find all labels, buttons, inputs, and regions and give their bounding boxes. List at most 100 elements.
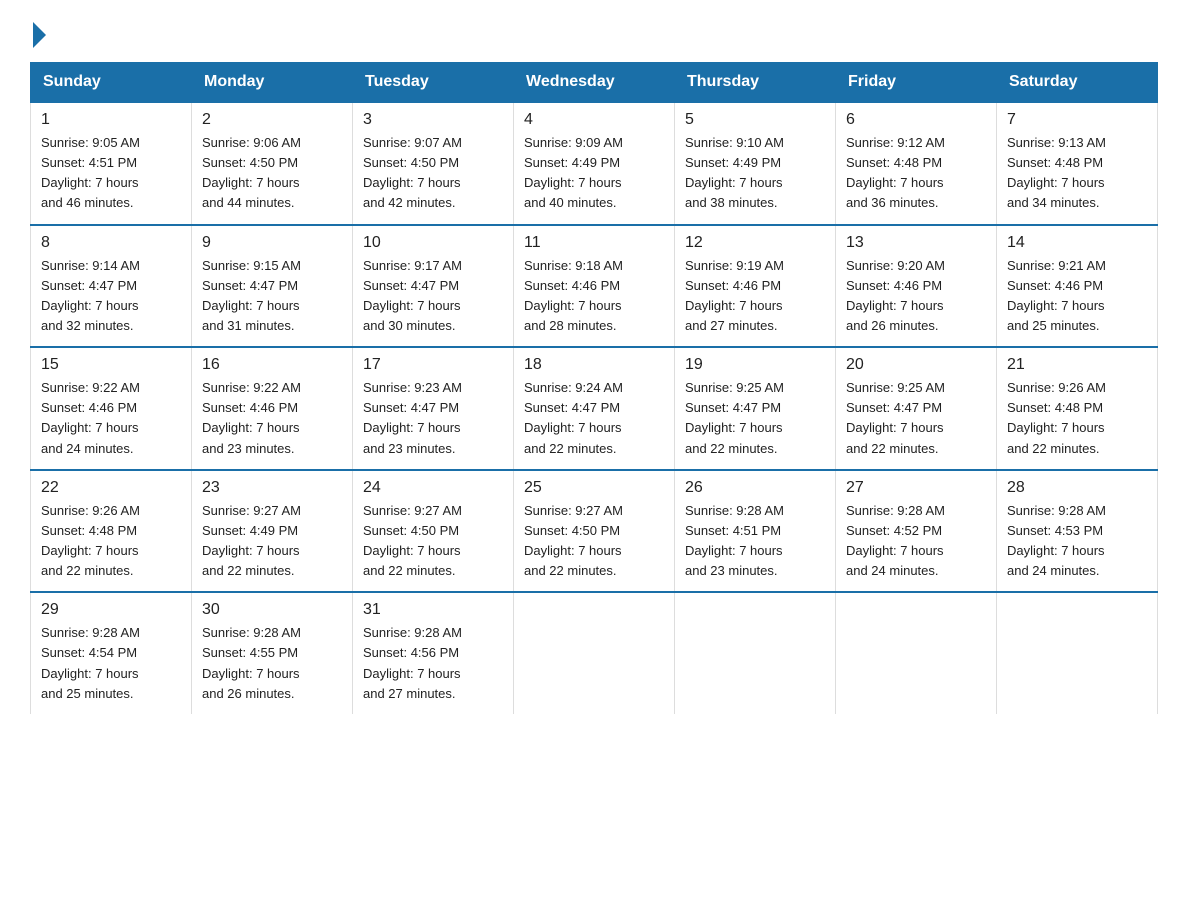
calendar-cell: 20 Sunrise: 9:25 AM Sunset: 4:47 PM Dayl… (836, 347, 997, 470)
calendar-cell (836, 592, 997, 714)
day-info: Sunrise: 9:27 AM Sunset: 4:50 PM Dayligh… (524, 501, 664, 582)
day-info: Sunrise: 9:28 AM Sunset: 4:51 PM Dayligh… (685, 501, 825, 582)
calendar-week-5: 29 Sunrise: 9:28 AM Sunset: 4:54 PM Dayl… (31, 592, 1158, 714)
calendar-week-4: 22 Sunrise: 9:26 AM Sunset: 4:48 PM Dayl… (31, 470, 1158, 593)
calendar-cell: 23 Sunrise: 9:27 AM Sunset: 4:49 PM Dayl… (192, 470, 353, 593)
calendar-cell: 22 Sunrise: 9:26 AM Sunset: 4:48 PM Dayl… (31, 470, 192, 593)
day-number: 26 (685, 479, 825, 497)
calendar-cell: 11 Sunrise: 9:18 AM Sunset: 4:46 PM Dayl… (514, 225, 675, 348)
calendar-cell: 5 Sunrise: 9:10 AM Sunset: 4:49 PM Dayli… (675, 102, 836, 225)
calendar-cell (675, 592, 836, 714)
day-number: 30 (202, 601, 342, 619)
day-number: 9 (202, 234, 342, 252)
day-number: 16 (202, 356, 342, 374)
calendar-cell: 2 Sunrise: 9:06 AM Sunset: 4:50 PM Dayli… (192, 102, 353, 225)
day-info: Sunrise: 9:12 AM Sunset: 4:48 PM Dayligh… (846, 133, 986, 214)
day-info: Sunrise: 9:06 AM Sunset: 4:50 PM Dayligh… (202, 133, 342, 214)
day-number: 22 (41, 479, 181, 497)
day-info: Sunrise: 9:20 AM Sunset: 4:46 PM Dayligh… (846, 256, 986, 337)
calendar-cell: 3 Sunrise: 9:07 AM Sunset: 4:50 PM Dayli… (353, 102, 514, 225)
day-number: 24 (363, 479, 503, 497)
day-number: 18 (524, 356, 664, 374)
logo (30, 20, 46, 44)
day-info: Sunrise: 9:21 AM Sunset: 4:46 PM Dayligh… (1007, 256, 1147, 337)
page-header (30, 20, 1158, 44)
logo-arrow-icon (33, 22, 46, 48)
day-info: Sunrise: 9:22 AM Sunset: 4:46 PM Dayligh… (41, 378, 181, 459)
day-info: Sunrise: 9:17 AM Sunset: 4:47 PM Dayligh… (363, 256, 503, 337)
calendar-cell: 27 Sunrise: 9:28 AM Sunset: 4:52 PM Dayl… (836, 470, 997, 593)
day-info: Sunrise: 9:24 AM Sunset: 4:47 PM Dayligh… (524, 378, 664, 459)
calendar-cell: 13 Sunrise: 9:20 AM Sunset: 4:46 PM Dayl… (836, 225, 997, 348)
day-number: 31 (363, 601, 503, 619)
day-info: Sunrise: 9:25 AM Sunset: 4:47 PM Dayligh… (846, 378, 986, 459)
calendar-table: SundayMondayTuesdayWednesdayThursdayFrid… (30, 62, 1158, 714)
column-header-thursday: Thursday (675, 63, 836, 103)
day-number: 21 (1007, 356, 1147, 374)
calendar-header-row: SundayMondayTuesdayWednesdayThursdayFrid… (31, 63, 1158, 103)
day-info: Sunrise: 9:28 AM Sunset: 4:52 PM Dayligh… (846, 501, 986, 582)
day-number: 15 (41, 356, 181, 374)
day-info: Sunrise: 9:22 AM Sunset: 4:46 PM Dayligh… (202, 378, 342, 459)
column-header-friday: Friday (836, 63, 997, 103)
day-number: 6 (846, 111, 986, 129)
day-info: Sunrise: 9:19 AM Sunset: 4:46 PM Dayligh… (685, 256, 825, 337)
day-info: Sunrise: 9:10 AM Sunset: 4:49 PM Dayligh… (685, 133, 825, 214)
day-number: 2 (202, 111, 342, 129)
calendar-cell: 21 Sunrise: 9:26 AM Sunset: 4:48 PM Dayl… (997, 347, 1158, 470)
day-number: 11 (524, 234, 664, 252)
calendar-cell: 9 Sunrise: 9:15 AM Sunset: 4:47 PM Dayli… (192, 225, 353, 348)
calendar-week-1: 1 Sunrise: 9:05 AM Sunset: 4:51 PM Dayli… (31, 102, 1158, 225)
calendar-cell: 18 Sunrise: 9:24 AM Sunset: 4:47 PM Dayl… (514, 347, 675, 470)
day-number: 7 (1007, 111, 1147, 129)
column-header-tuesday: Tuesday (353, 63, 514, 103)
day-number: 17 (363, 356, 503, 374)
day-number: 10 (363, 234, 503, 252)
calendar-cell: 28 Sunrise: 9:28 AM Sunset: 4:53 PM Dayl… (997, 470, 1158, 593)
day-info: Sunrise: 9:23 AM Sunset: 4:47 PM Dayligh… (363, 378, 503, 459)
day-number: 3 (363, 111, 503, 129)
day-info: Sunrise: 9:18 AM Sunset: 4:46 PM Dayligh… (524, 256, 664, 337)
day-number: 20 (846, 356, 986, 374)
day-info: Sunrise: 9:26 AM Sunset: 4:48 PM Dayligh… (41, 501, 181, 582)
day-info: Sunrise: 9:13 AM Sunset: 4:48 PM Dayligh… (1007, 133, 1147, 214)
column-header-wednesday: Wednesday (514, 63, 675, 103)
day-number: 29 (41, 601, 181, 619)
day-number: 25 (524, 479, 664, 497)
day-info: Sunrise: 9:28 AM Sunset: 4:53 PM Dayligh… (1007, 501, 1147, 582)
day-info: Sunrise: 9:07 AM Sunset: 4:50 PM Dayligh… (363, 133, 503, 214)
day-info: Sunrise: 9:15 AM Sunset: 4:47 PM Dayligh… (202, 256, 342, 337)
calendar-cell: 26 Sunrise: 9:28 AM Sunset: 4:51 PM Dayl… (675, 470, 836, 593)
calendar-cell: 17 Sunrise: 9:23 AM Sunset: 4:47 PM Dayl… (353, 347, 514, 470)
column-header-sunday: Sunday (31, 63, 192, 103)
day-number: 28 (1007, 479, 1147, 497)
day-number: 23 (202, 479, 342, 497)
day-info: Sunrise: 9:09 AM Sunset: 4:49 PM Dayligh… (524, 133, 664, 214)
day-info: Sunrise: 9:28 AM Sunset: 4:56 PM Dayligh… (363, 623, 503, 704)
calendar-cell (997, 592, 1158, 714)
day-info: Sunrise: 9:14 AM Sunset: 4:47 PM Dayligh… (41, 256, 181, 337)
calendar-cell: 4 Sunrise: 9:09 AM Sunset: 4:49 PM Dayli… (514, 102, 675, 225)
day-info: Sunrise: 9:25 AM Sunset: 4:47 PM Dayligh… (685, 378, 825, 459)
calendar-week-3: 15 Sunrise: 9:22 AM Sunset: 4:46 PM Dayl… (31, 347, 1158, 470)
calendar-cell: 7 Sunrise: 9:13 AM Sunset: 4:48 PM Dayli… (997, 102, 1158, 225)
calendar-cell: 31 Sunrise: 9:28 AM Sunset: 4:56 PM Dayl… (353, 592, 514, 714)
day-number: 27 (846, 479, 986, 497)
calendar-cell (514, 592, 675, 714)
day-info: Sunrise: 9:28 AM Sunset: 4:54 PM Dayligh… (41, 623, 181, 704)
day-info: Sunrise: 9:27 AM Sunset: 4:50 PM Dayligh… (363, 501, 503, 582)
day-number: 5 (685, 111, 825, 129)
calendar-cell: 12 Sunrise: 9:19 AM Sunset: 4:46 PM Dayl… (675, 225, 836, 348)
calendar-cell: 6 Sunrise: 9:12 AM Sunset: 4:48 PM Dayli… (836, 102, 997, 225)
day-info: Sunrise: 9:28 AM Sunset: 4:55 PM Dayligh… (202, 623, 342, 704)
day-number: 14 (1007, 234, 1147, 252)
day-number: 8 (41, 234, 181, 252)
calendar-cell: 19 Sunrise: 9:25 AM Sunset: 4:47 PM Dayl… (675, 347, 836, 470)
calendar-cell: 1 Sunrise: 9:05 AM Sunset: 4:51 PM Dayli… (31, 102, 192, 225)
day-info: Sunrise: 9:26 AM Sunset: 4:48 PM Dayligh… (1007, 378, 1147, 459)
day-number: 1 (41, 111, 181, 129)
calendar-cell: 25 Sunrise: 9:27 AM Sunset: 4:50 PM Dayl… (514, 470, 675, 593)
calendar-cell: 15 Sunrise: 9:22 AM Sunset: 4:46 PM Dayl… (31, 347, 192, 470)
calendar-cell: 8 Sunrise: 9:14 AM Sunset: 4:47 PM Dayli… (31, 225, 192, 348)
day-number: 4 (524, 111, 664, 129)
